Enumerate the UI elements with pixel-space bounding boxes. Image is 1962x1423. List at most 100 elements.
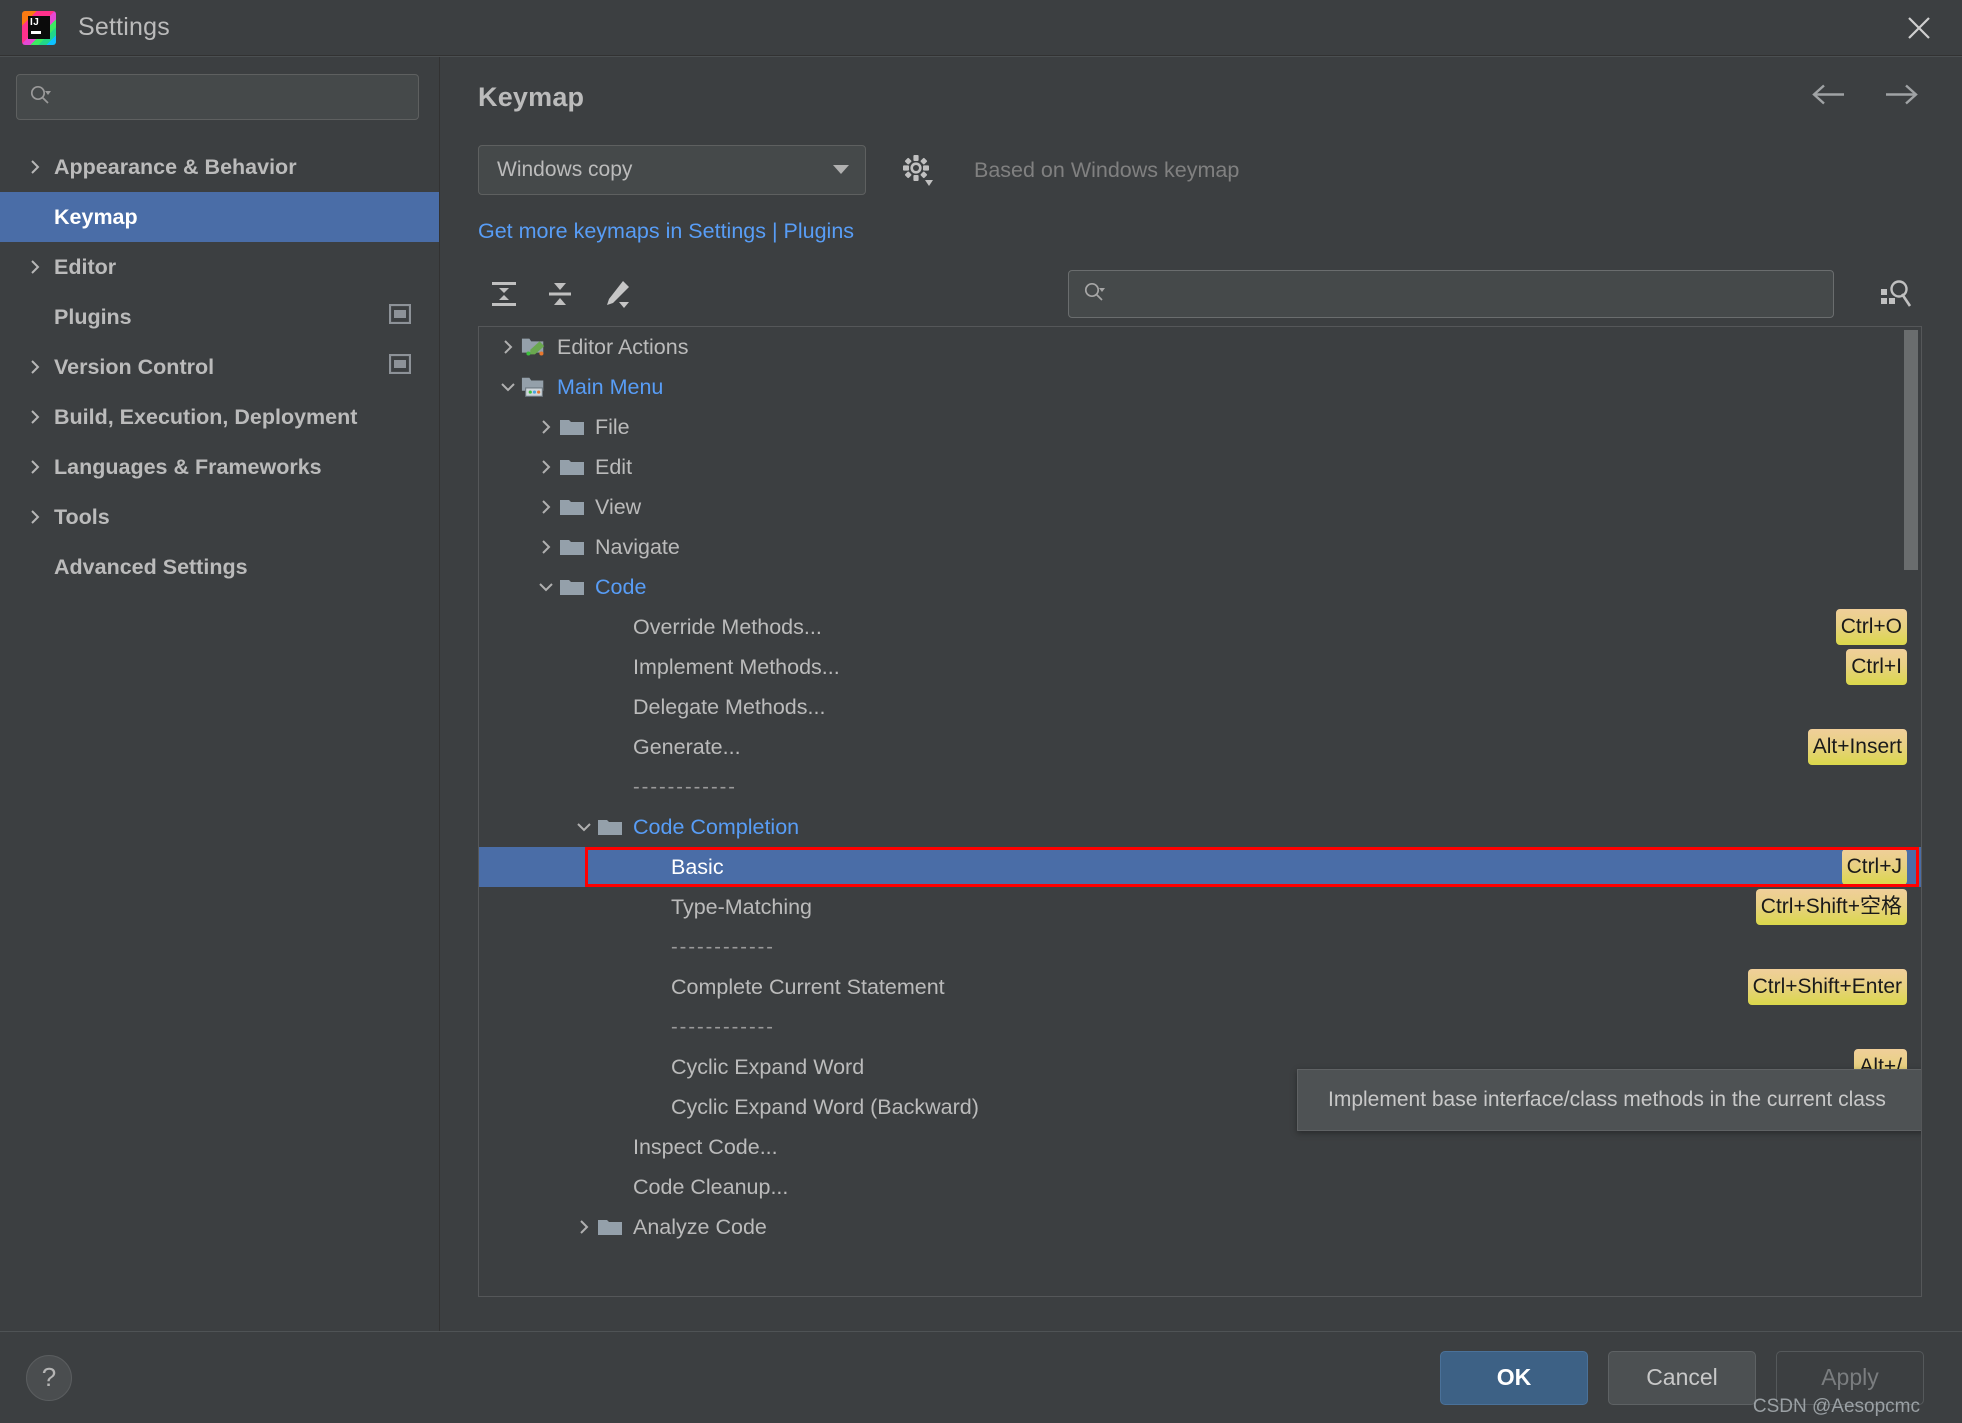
folder-icon xyxy=(559,576,585,598)
tree-row[interactable]: ------------ xyxy=(479,767,1921,807)
sidebar-item-version-control[interactable]: Version Control xyxy=(0,342,439,392)
main-menu-icon xyxy=(521,375,547,399)
restore-window-icon[interactable] xyxy=(389,354,411,380)
tree-row[interactable]: Implement Methods... Ctrl+I xyxy=(479,647,1921,687)
help-question-icon[interactable]: ? xyxy=(26,1355,72,1401)
keymap-select[interactable]: Windows copy xyxy=(478,145,866,195)
folder-icon xyxy=(559,456,585,478)
chevron-down-icon xyxy=(831,158,851,182)
edit-pencil-icon[interactable] xyxy=(590,268,642,320)
chevron-right-icon[interactable] xyxy=(26,158,50,176)
tree-row[interactable]: Override Methods...Ctrl+O xyxy=(479,607,1921,647)
shortcut-badge: Ctrl+J xyxy=(1842,849,1907,885)
sidebar-search-input[interactable] xyxy=(55,87,418,108)
tree-row-label: Generate... xyxy=(633,735,741,760)
sidebar-item-appearance-behavior[interactable]: Appearance & Behavior xyxy=(0,142,439,192)
keymap-tree-panel: Editor Actions Main MenuFileEditViewNavig… xyxy=(478,326,1922,1297)
chevron-down-icon[interactable] xyxy=(495,378,521,396)
keymap-panel: Keymap xyxy=(440,57,1962,1331)
sidebar-item-label: Plugins xyxy=(54,305,132,330)
chevron-right-icon[interactable] xyxy=(26,358,50,376)
tree-row[interactable]: Delegate Methods... xyxy=(479,687,1921,727)
chevron-right-icon[interactable] xyxy=(495,338,521,356)
sidebar-item-plugins[interactable]: Plugins xyxy=(0,292,439,342)
settings-sidebar: Appearance & Behavior Keymap Editor Plugins… xyxy=(0,57,440,1331)
chevron-right-icon[interactable] xyxy=(533,458,559,476)
dialog-footer: ? OK Cancel Apply CSDN @Aesopcmc xyxy=(0,1331,1962,1423)
tree-row[interactable]: Code Completion xyxy=(479,807,1921,847)
tree-row[interactable]: Complete Current StatementCtrl+Shift+Ent… xyxy=(479,967,1921,1007)
shortcut-badge: Ctrl+O xyxy=(1836,609,1907,645)
chevron-right-icon[interactable] xyxy=(571,1218,597,1236)
sidebar-item-label: Version Control xyxy=(54,355,214,380)
get-more-keymaps-link[interactable]: Get more keymaps in Settings | Plugins xyxy=(478,219,854,244)
gear-icon[interactable] xyxy=(900,153,934,187)
tree-row-label: Implement Methods... xyxy=(633,655,840,680)
search-icon xyxy=(1083,281,1105,308)
tree-row-label: Cyclic Expand Word (Backward) xyxy=(671,1095,979,1120)
editor-actions-icon xyxy=(521,335,547,359)
keymap-search-box[interactable] xyxy=(1068,270,1834,318)
tree-row[interactable]: ------------ xyxy=(479,927,1921,967)
tree-row[interactable]: Type-MatchingCtrl+Shift+空格 xyxy=(479,887,1921,927)
arrow-right-icon[interactable] xyxy=(1880,82,1920,113)
chevron-right-icon[interactable] xyxy=(533,538,559,556)
chevron-right-icon[interactable] xyxy=(26,508,50,526)
chevron-down-icon[interactable] xyxy=(533,578,559,596)
sidebar-item-label: Keymap xyxy=(54,205,138,230)
sidebar-item-tools[interactable]: Tools xyxy=(0,492,439,542)
tree-row[interactable]: Code xyxy=(479,567,1921,607)
sidebar-item-editor[interactable]: Editor xyxy=(0,242,439,292)
tree-row[interactable]: Code Cleanup... xyxy=(479,1167,1921,1207)
chevron-right-icon[interactable] xyxy=(533,418,559,436)
tree-row[interactable]: File xyxy=(479,407,1921,447)
settings-dialog: IJ Settings A xyxy=(0,0,1962,1423)
sidebar-item-label: Languages & Frameworks xyxy=(54,455,322,480)
arrow-left-icon[interactable] xyxy=(1810,82,1850,113)
chevron-right-icon[interactable] xyxy=(26,408,50,426)
tree-row[interactable]: BasicCtrl+J xyxy=(479,847,1921,887)
tree-separator: ------------ xyxy=(633,776,737,799)
sidebar-item-build-execution-deployment[interactable]: Build, Execution, Deployment xyxy=(0,392,439,442)
find-by-shortcut-icon[interactable] xyxy=(1870,268,1922,320)
tree-row[interactable]: Generate...Alt+Insert xyxy=(479,727,1921,767)
tree-separator: ------------ xyxy=(671,936,775,959)
shortcut-badge: Ctrl+Shift+Enter xyxy=(1748,969,1907,1005)
dialog-body: Appearance & BehaviorKeymapEditorPlugins… xyxy=(0,56,1962,1331)
tree-row[interactable]: Navigate xyxy=(479,527,1921,567)
tree-row[interactable]: ------------ xyxy=(479,1007,1921,1047)
sidebar-nav-list: Appearance & Behavior Keymap Editor Plugins… xyxy=(0,142,439,1331)
restore-window-icon[interactable] xyxy=(389,304,411,330)
tree-row[interactable]: Main Menu xyxy=(479,367,1921,407)
close-icon[interactable] xyxy=(1896,5,1942,51)
ok-button[interactable]: OK xyxy=(1440,1351,1588,1405)
tree-row-label: Editor Actions xyxy=(557,335,688,360)
tree-row[interactable]: Inspect Code... xyxy=(479,1127,1921,1167)
tree-row-label: Type-Matching xyxy=(671,895,812,920)
chevron-right-icon[interactable] xyxy=(533,498,559,516)
sidebar-item-keymap[interactable]: Keymap xyxy=(0,192,439,242)
tree-row-label: Inspect Code... xyxy=(633,1135,778,1160)
chevron-right-icon[interactable] xyxy=(26,458,50,476)
chevron-right-icon[interactable] xyxy=(26,258,50,276)
tree-row[interactable]: Editor Actions xyxy=(479,327,1921,367)
sidebar-item-languages-frameworks[interactable]: Languages & Frameworks xyxy=(0,442,439,492)
keymap-selector-row: Windows copy xyxy=(478,145,1922,195)
collapse-all-icon[interactable] xyxy=(534,268,586,320)
logo-text: IJ xyxy=(30,17,39,28)
sidebar-search-box[interactable] xyxy=(16,74,419,120)
chevron-down-icon[interactable] xyxy=(571,818,597,836)
sidebar-item-advanced-settings[interactable]: Advanced Settings xyxy=(0,542,439,592)
cancel-button[interactable]: Cancel xyxy=(1608,1351,1756,1405)
tree-row-label: Code xyxy=(595,575,646,600)
tree-row[interactable]: View xyxy=(479,487,1921,527)
expand-all-icon[interactable] xyxy=(478,268,530,320)
tree-row[interactable]: Edit xyxy=(479,447,1921,487)
keymap-search-input[interactable] xyxy=(1109,284,1833,305)
tree-row[interactable]: Analyze Code xyxy=(479,1207,1921,1247)
tree-row-label: Cyclic Expand Word xyxy=(671,1055,864,1080)
shortcut-badge: Ctrl+I xyxy=(1846,649,1907,685)
tree-row-label: Delegate Methods... xyxy=(633,695,825,720)
tree-vertical-scrollbar[interactable] xyxy=(1904,330,1918,570)
based-on-label: Based on Windows keymap xyxy=(974,158,1239,183)
